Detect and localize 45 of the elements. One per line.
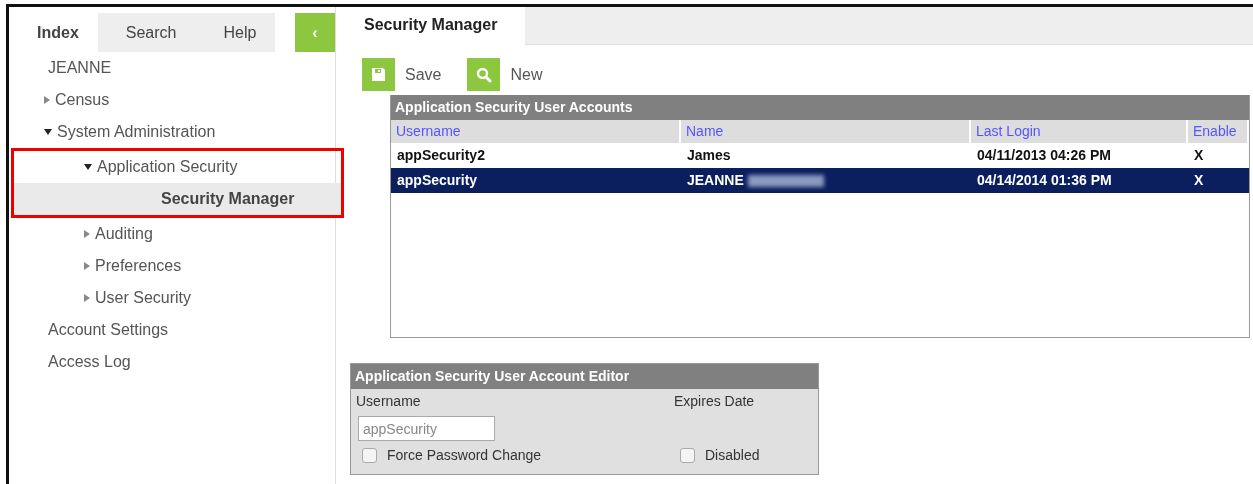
collapsed-triangle-icon <box>84 262 90 270</box>
grid-title: Application Security User Accounts <box>391 95 1249 120</box>
sidebar-tab[interactable]: Search <box>97 13 196 52</box>
table-row[interactable]: appSecurity2 James 04/11/2013 04:26 PM X <box>391 143 1249 168</box>
column-header[interactable]: Last Login <box>971 120 1188 143</box>
tree-item[interactable]: Account Settings <box>9 314 335 346</box>
table-cell-text: appSecurity2 <box>396 146 486 165</box>
expanded-triangle-icon <box>44 129 52 135</box>
sidebar-tab[interactable]: Help <box>195 13 276 52</box>
tree-item[interactable]: System Administration <box>9 116 335 148</box>
expanded-triangle-icon <box>84 164 92 170</box>
tree-item[interactable]: User Security <box>9 282 335 314</box>
collapsed-triangle-icon <box>84 230 90 238</box>
column-header[interactable]: Username <box>391 120 681 143</box>
username-field[interactable]: appSecurity <box>358 416 495 441</box>
tree-item[interactable]: Preferences <box>9 250 335 282</box>
field-label: Expires Date <box>674 392 756 411</box>
search-icon <box>467 58 501 91</box>
tree-item[interactable]: JEANNE <box>9 52 335 84</box>
table-cell-text: appSecurity <box>396 171 479 190</box>
collapsed-triangle-icon <box>44 96 50 104</box>
checkbox-label[interactable]: Force Password Change <box>387 445 542 466</box>
column-header[interactable]: Name <box>681 120 971 143</box>
table-cell-text: 04/14/2014 01:36 PM <box>976 171 1113 190</box>
save-button[interactable]: Save <box>362 58 442 91</box>
checkbox[interactable] <box>362 448 377 463</box>
table-cell-text: X <box>1193 171 1205 190</box>
checkbox[interactable] <box>680 448 695 463</box>
field-label: Username <box>356 392 422 411</box>
tree-item[interactable]: Census <box>9 84 335 116</box>
tree-item[interactable]: Access Log <box>9 346 335 378</box>
table-cell-text: 04/11/2013 04:26 PM <box>976 146 1112 165</box>
editor-title: Application Security User Account Editor <box>351 364 818 389</box>
save-icon <box>362 58 395 91</box>
tree-item[interactable]: Auditing <box>9 218 335 250</box>
column-header[interactable]: Enable <box>1188 120 1249 143</box>
checkbox-label[interactable]: Disabled <box>705 445 760 466</box>
collapsed-triangle-icon <box>84 294 90 302</box>
tree-item[interactable]: Security Manager <box>14 183 341 215</box>
tree-item[interactable]: Application Security <box>14 151 341 183</box>
table-row[interactable]: appSecurity JEANNE 04/14/2014 01:36 PM X <box>391 168 1249 193</box>
table-cell-text: X <box>1193 146 1205 165</box>
search-button[interactable]: New <box>467 58 543 91</box>
table-cell-text: James <box>686 146 732 165</box>
table-cell: JEANNE <box>681 168 971 193</box>
